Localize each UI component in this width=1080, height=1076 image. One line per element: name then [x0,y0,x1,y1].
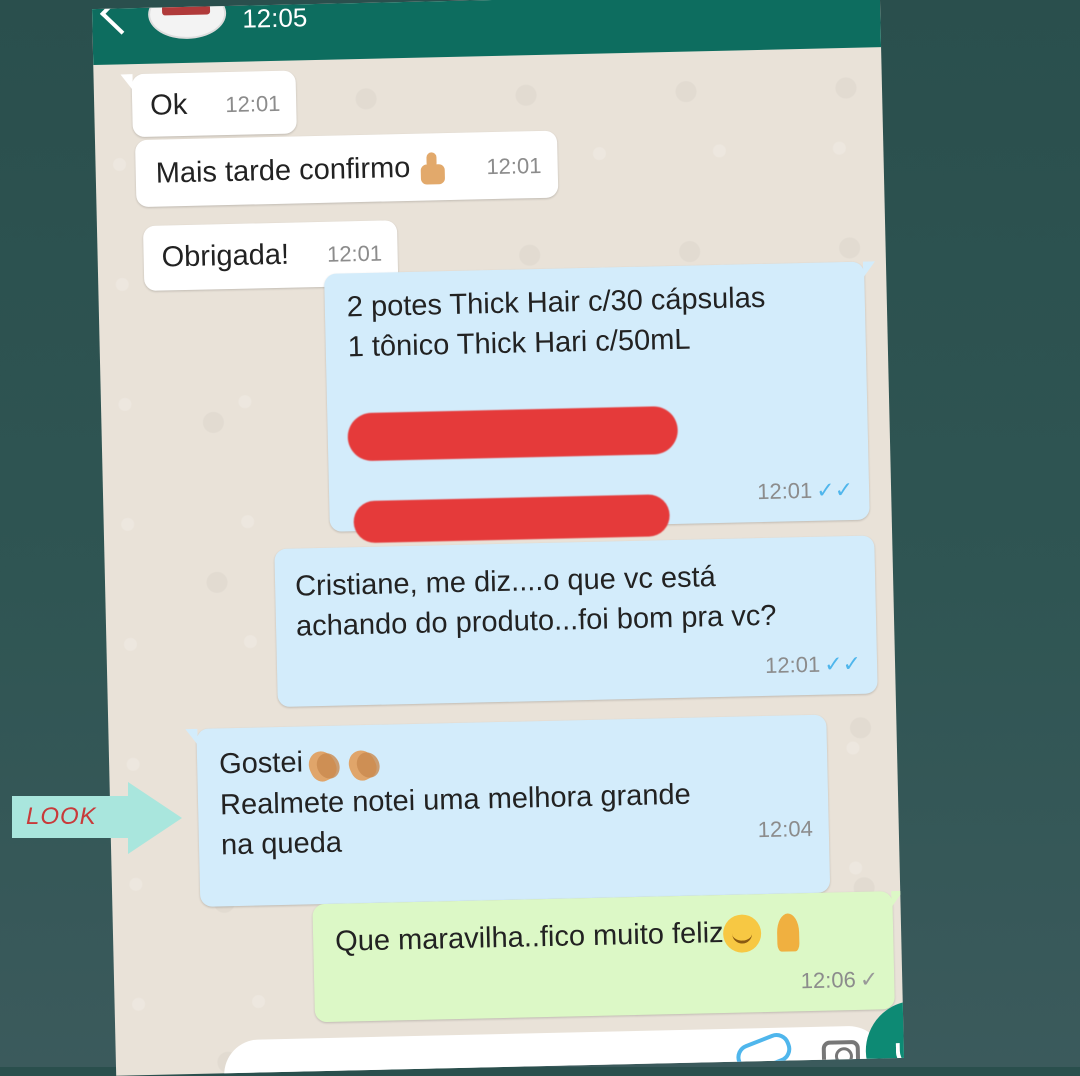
back-arrow-icon[interactable] [99,0,143,35]
camera-icon[interactable] [821,1039,861,1069]
arrow-right-icon [128,782,182,854]
message-time: 12:01 [225,91,281,118]
message-time-status: 12:01 ✓✓ [765,644,862,686]
thumbs-up-icon [412,150,449,187]
double-check-icon: ✓✓ [815,476,854,503]
paperclip-icon[interactable] [732,1028,796,1076]
message-text: Obrigada! [161,238,290,274]
message-outgoing[interactable]: 2 potes Thick Hair c/30 cápsulas 1 tônic… [324,261,870,544]
message-outgoing[interactable]: Cristiane, me diz....o que vc está achan… [274,535,878,708]
contact-avatar[interactable] [147,0,227,40]
redaction-scribble [347,405,679,462]
message-time: 12:01 [764,651,821,678]
message-line: Que maravilha..fico muito feliz [335,910,876,965]
message-time: 12:04 [757,815,814,843]
message-time: 12:01 [486,153,542,180]
single-check-icon: ✓ [859,966,879,992]
message-time-status: 12:01 ✓✓ [757,470,854,512]
header-time: 12:05 [241,2,308,34]
double-check-icon: ✓✓ [823,650,862,677]
clapping-hands-icon [303,743,344,784]
redaction-scribble [353,494,671,544]
message-outgoing[interactable]: Que maravilha..fico muito feliz 12:06 ✓ [312,891,895,1023]
message-text: Mais tarde confirmo [155,151,411,190]
message-incoming[interactable]: Ok 12:01 [131,70,298,138]
message-time-status: 12:06 ✓ [800,959,878,1001]
message-text: Ok [149,88,188,122]
smiling-face-icon [723,914,763,954]
chat-screen: 12:05 Ok 12:01 Mais tarde confirmo 12:01… [91,0,905,1076]
look-sticker: LOOK [12,796,130,838]
message-time: 12:01 [326,240,383,268]
clapping-hands-icon [343,742,384,783]
message-incoming[interactable]: Gostei Realmete notei uma melhora grande… [196,714,831,907]
folded-hands-icon [771,911,806,954]
message-time: 12:06 [800,967,857,994]
message-time: 12:01 [756,477,813,505]
mic-icon [903,1026,905,1061]
message-incoming[interactable]: Mais tarde confirmo 12:01 [134,130,559,208]
